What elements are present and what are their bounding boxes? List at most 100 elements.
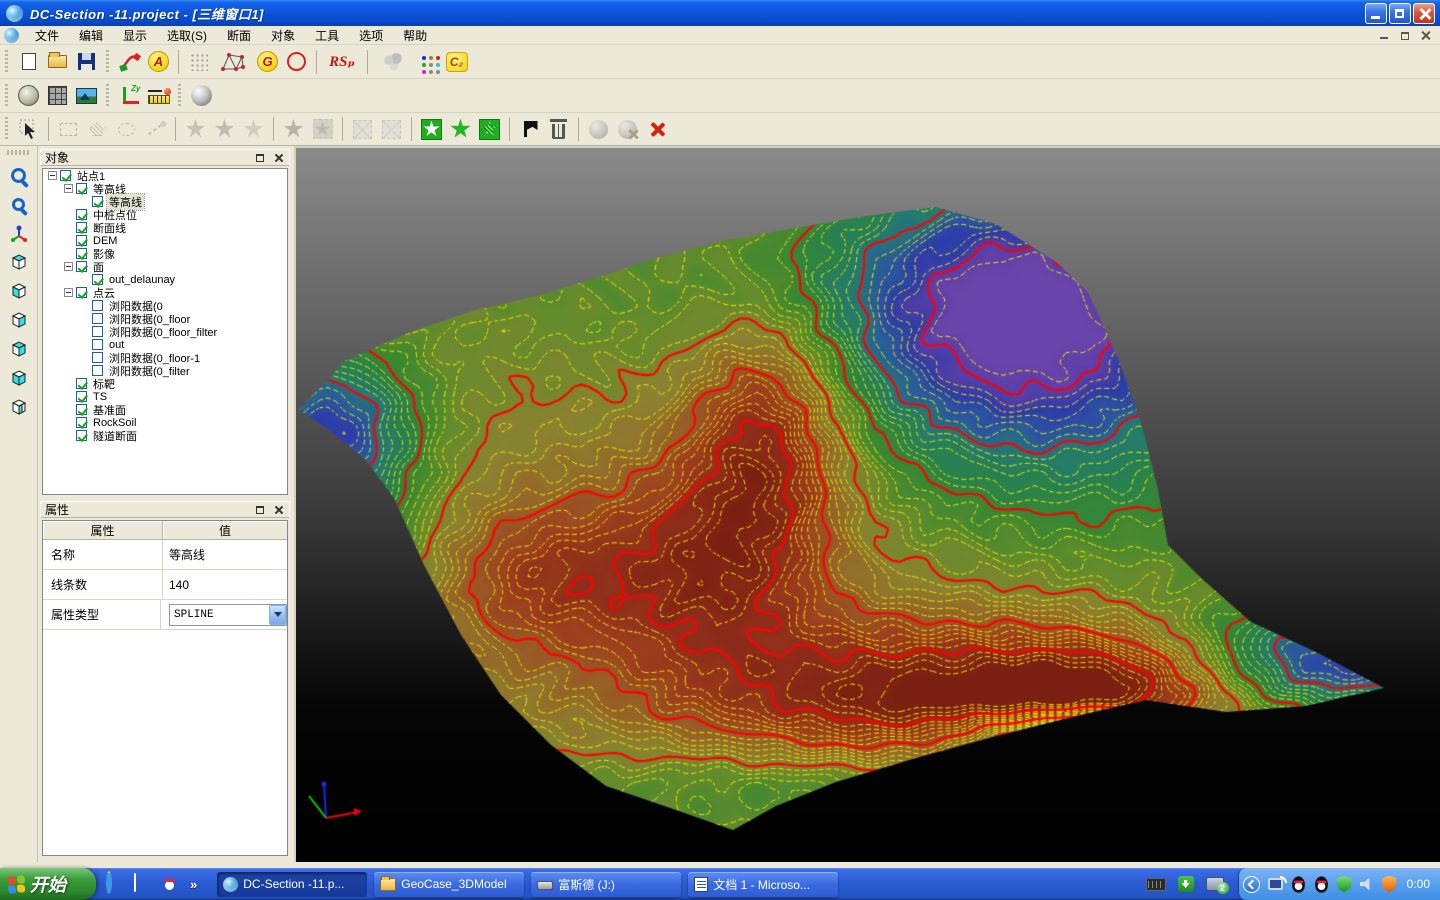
task-drive-j[interactable]: 富斯德 (J:) (531, 872, 681, 897)
menu-file[interactable]: 文件 (25, 25, 69, 46)
property-value[interactable]: 140 (163, 570, 287, 599)
start-button[interactable]: 开始 (0, 868, 96, 900)
keyboard-layout-icon[interactable] (1146, 878, 1166, 891)
green-star-fill-button[interactable] (417, 115, 446, 144)
dock-grip[interactable] (7, 150, 31, 155)
collapse-icon[interactable] (64, 184, 73, 193)
checkbox[interactable] (76, 417, 87, 428)
sphere-tool-button[interactable] (584, 115, 613, 144)
annotation-button[interactable]: A (144, 47, 173, 76)
cube-top-view-button[interactable] (4, 248, 34, 276)
checkbox[interactable] (76, 404, 87, 415)
collapse-icon[interactable] (64, 262, 73, 271)
tree-item[interactable]: out_delaunay (43, 273, 287, 286)
menu-select[interactable]: 选取(S) (157, 25, 217, 46)
checkbox[interactable] (92, 365, 103, 376)
hide-icons-chevron[interactable] (1243, 876, 1260, 893)
checkbox[interactable] (76, 430, 87, 441)
resection-button[interactable]: RSₚ (322, 47, 362, 76)
checkbox[interactable] (76, 261, 87, 272)
minimize-button[interactable] (1365, 3, 1387, 24)
security-shield-icon[interactable] (1382, 876, 1397, 893)
qq-tray-icon[interactable] (1292, 876, 1305, 892)
media-app-icon[interactable] (134, 874, 154, 894)
flag-tool-button[interactable] (515, 115, 544, 144)
axes-3d-button[interactable] (4, 219, 34, 247)
mesh-box-2-button[interactable] (377, 115, 406, 144)
attribute-type-dropdown[interactable]: SPLINE (169, 604, 287, 626)
checkbox[interactable] (92, 196, 103, 207)
measure-button[interactable] (144, 81, 173, 110)
delete-tool-button[interactable] (544, 115, 573, 144)
dropdown-button[interactable] (269, 605, 286, 625)
cube-iso-view-button[interactable] (4, 335, 34, 363)
checkbox[interactable] (76, 183, 87, 194)
circle-fit-button[interactable] (282, 47, 311, 76)
cube-left-view-button[interactable] (4, 277, 34, 305)
tree-item[interactable]: 中桩点位 (43, 208, 287, 221)
mdi-restore-button[interactable] (1396, 28, 1413, 43)
scatter-tool-button[interactable] (373, 47, 413, 76)
tree-item[interactable]: 浏阳数据(0_filter (43, 364, 287, 377)
task-word-document[interactable]: 文档 1 - Microso... (688, 872, 838, 897)
quick-launch-overflow-icon[interactable]: » (190, 877, 197, 892)
star-select-3-button[interactable] (239, 115, 268, 144)
checkbox[interactable] (76, 209, 87, 220)
tree-item[interactable]: 浏阳数据(0_floor_filter (43, 325, 287, 338)
tree-item[interactable]: 点云 (43, 286, 287, 299)
tree-item[interactable]: DEM (43, 234, 287, 247)
geosphere-view-button[interactable] (14, 81, 43, 110)
tree-item[interactable]: 面 (43, 260, 287, 273)
save-file-button[interactable] (72, 47, 101, 76)
mesh-box-1-button[interactable] (348, 115, 377, 144)
tree-item[interactable]: 等高线 (43, 182, 287, 195)
sphere-delete-button[interactable] (613, 115, 642, 144)
checkbox[interactable] (76, 235, 87, 246)
select-polygon-button[interactable] (83, 115, 112, 144)
zoom-button[interactable] (4, 190, 34, 218)
menu-object[interactable]: 对象 (261, 25, 305, 46)
task-dc-section[interactable]: DC-Section -11.p... (217, 872, 367, 897)
toolbar-grip[interactable] (4, 84, 9, 108)
tree-item[interactable]: TS (43, 390, 287, 403)
c2-transform-button[interactable]: C₂ (442, 47, 471, 76)
triangulate-button[interactable] (213, 47, 253, 76)
toolbar-grip[interactable] (4, 50, 9, 74)
star-boxed-button[interactable] (308, 115, 337, 144)
menu-section[interactable]: 断面 (217, 25, 261, 46)
star-solid-button[interactable] (279, 115, 308, 144)
star-select-2-button[interactable] (210, 115, 239, 144)
checkbox[interactable] (60, 170, 71, 181)
panel-close-button[interactable] (272, 152, 286, 164)
new-file-button[interactable] (14, 47, 43, 76)
collapse-icon[interactable] (48, 171, 57, 180)
select-cursor-button[interactable] (14, 115, 43, 144)
volume-icon[interactable] (1360, 877, 1374, 891)
menu-tools[interactable]: 工具 (305, 25, 349, 46)
tree-item-selected[interactable]: 等高线 (43, 195, 287, 208)
tree-item[interactable]: 站点1 (43, 169, 287, 182)
tree-item[interactable]: 基准面 (43, 403, 287, 416)
terrain-canvas[interactable] (296, 148, 1440, 862)
grid-view-button[interactable] (43, 81, 72, 110)
close-button[interactable] (1413, 3, 1435, 24)
render-ball-button[interactable] (187, 81, 216, 110)
menu-options[interactable]: 选项 (349, 25, 393, 46)
checkbox[interactable] (76, 378, 87, 389)
green-star-outline-button[interactable] (446, 115, 475, 144)
panel-float-button[interactable] (253, 504, 267, 516)
restore-button[interactable] (1389, 3, 1411, 24)
checkbox[interactable] (92, 313, 103, 324)
ie-browser-icon[interactable] (106, 874, 126, 894)
select-line-button[interactable] (141, 115, 170, 144)
checkbox[interactable] (76, 391, 87, 402)
menu-help[interactable]: 帮助 (393, 25, 437, 46)
checkbox[interactable] (92, 352, 103, 363)
toolbar-grip[interactable] (105, 84, 110, 108)
tree-item[interactable]: RockSoil (43, 416, 287, 429)
select-ellipse-button[interactable] (112, 115, 141, 144)
star-select-1-button[interactable] (181, 115, 210, 144)
toolbar-grip[interactable] (177, 84, 182, 108)
qq-tray-icon[interactable] (1315, 876, 1328, 892)
update-icon[interactable] (1178, 876, 1194, 892)
